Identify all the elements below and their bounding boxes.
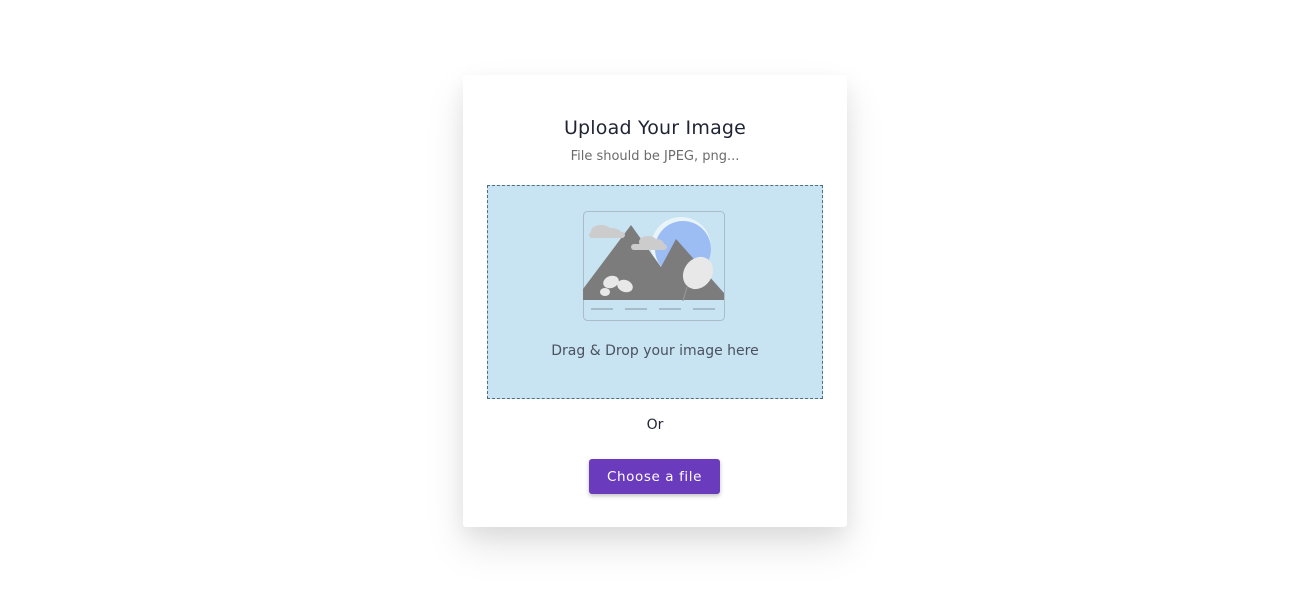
drop-zone[interactable]: Drag & Drop your image here [487,185,823,399]
drop-zone-label: Drag & Drop your image here [551,343,759,359]
or-separator: Or [646,417,664,433]
image-placeholder-icon [583,211,725,321]
upload-subtitle: File should be JPEG, png... [570,149,740,164]
upload-card: Upload Your Image File should be JPEG, p… [463,75,847,527]
upload-title: Upload Your Image [563,117,747,139]
choose-file-button[interactable]: Choose a file [589,459,720,494]
